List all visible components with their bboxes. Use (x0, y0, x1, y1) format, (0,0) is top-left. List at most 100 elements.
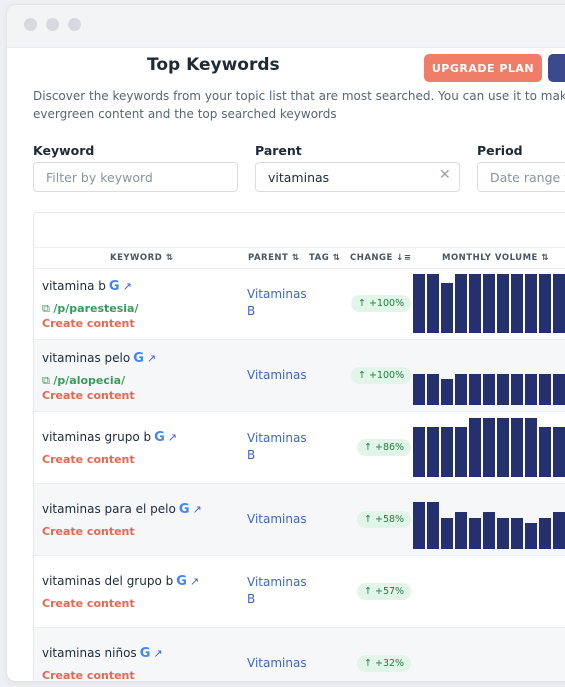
volume-bar (413, 427, 425, 477)
volume-bar (497, 518, 509, 549)
table-header: KEYWORD ⇅ PARENT ⇅ TAG ⇅ CHANGE ↓≡ MONTH… (34, 247, 565, 269)
col-keyword[interactable]: KEYWORD ⇅ (110, 253, 173, 263)
keyword-cell: vitaminas para el pelo G ↗ (42, 502, 202, 517)
volume-bar (455, 374, 467, 405)
google-icon[interactable]: G (140, 646, 151, 661)
page-title: Top Keywords (147, 55, 280, 75)
parent-filter-label: Parent (255, 143, 302, 158)
parent-filter-input[interactable] (255, 162, 460, 192)
create-content-link[interactable]: Create content (42, 453, 135, 466)
change-badge: ↑ +58% (357, 511, 412, 528)
col-monthly-volume[interactable]: MONTHLY VOLUME ⇅ (442, 253, 549, 263)
create-content-link[interactable]: Create content (42, 669, 135, 681)
volume-bar (539, 427, 551, 477)
keyword-cell: vitaminas niños G ↗ (42, 646, 163, 661)
col-parent[interactable]: PARENT ⇅ (248, 253, 299, 263)
page-link-text: /p/alopecia/ (53, 374, 126, 387)
table-row[interactable]: vitamina b G ↗ ⧉ /p/parestesia/Create conte… (34, 268, 565, 340)
trend-up-icon[interactable]: ↗ (190, 575, 199, 588)
clear-icon[interactable]: ✕ (439, 167, 451, 183)
parent-link[interactable]: Vitaminas B (247, 286, 317, 320)
page-link[interactable]: ⧉ /p/alopecia/ (42, 374, 125, 388)
volume-bar (539, 274, 551, 333)
table-row[interactable]: vitaminas del grupo b G ↗ Create content Vit… (34, 556, 565, 628)
maximize-dot[interactable] (68, 18, 81, 31)
app-window: Top Keywords UPGRADE PLAN Discover the k… (6, 4, 565, 682)
volume-bar (469, 418, 481, 477)
create-content-link[interactable]: Create content (42, 317, 135, 330)
keyword-filter-input[interactable] (33, 162, 238, 192)
keyword-text: vitaminas para el pelo (42, 502, 176, 516)
create-content-link[interactable]: Create content (42, 525, 135, 538)
google-icon[interactable]: G (154, 430, 165, 445)
keywords-table: KEYWORD ⇅ PARENT ⇅ TAG ⇅ CHANGE ↓≡ MONTH… (33, 212, 565, 681)
table-row[interactable]: vitaminas pelo G ↗ ⧉ /p/alopecia/Create con… (34, 340, 565, 412)
monthly-volume-chart (413, 487, 565, 549)
keyword-cell: vitamina b G ↗ (42, 279, 132, 294)
google-icon[interactable]: G (109, 279, 120, 294)
trend-up-icon[interactable]: ↗ (123, 280, 132, 293)
monthly-volume-chart (413, 415, 565, 477)
change-badge: ↑ +100% (351, 295, 412, 312)
volume-bar (469, 518, 481, 549)
keyword-filter-label: Keyword (33, 143, 95, 158)
volume-bar (455, 274, 467, 333)
parent-link[interactable]: Vitaminas (247, 655, 317, 672)
volume-bar (497, 374, 509, 405)
trend-up-icon[interactable]: ↗ (153, 647, 162, 660)
volume-bar (553, 274, 565, 333)
trend-up-icon[interactable]: ↗ (147, 352, 156, 365)
table-row[interactable]: vitaminas niños G ↗ Create content Vitaminas… (34, 628, 565, 681)
keyword-text: vitaminas niños (42, 646, 137, 660)
volume-bar (511, 418, 523, 477)
volume-bar (553, 427, 565, 477)
period-filter-label: Period (477, 143, 523, 158)
google-icon[interactable]: G (133, 351, 144, 366)
volume-bar (525, 418, 537, 477)
volume-bar (427, 427, 439, 477)
change-badge: ↑ +57% (357, 583, 412, 600)
volume-bar (455, 427, 467, 477)
table-row[interactable]: vitaminas para el pelo G ↗ Create content Vi… (34, 484, 565, 556)
google-icon[interactable]: G (179, 502, 190, 517)
keyword-text: vitaminas pelo (42, 351, 131, 365)
volume-bar (469, 274, 481, 333)
create-content-link[interactable]: Create content (42, 389, 135, 402)
volume-bar (483, 374, 495, 405)
google-icon[interactable]: G (176, 574, 187, 589)
volume-bar (413, 502, 425, 549)
minimize-dot[interactable] (46, 18, 59, 31)
monthly-volume-chart (413, 271, 565, 333)
secondary-button[interactable] (548, 54, 565, 82)
parent-link[interactable]: Vitaminas (247, 511, 317, 528)
trend-up-icon[interactable]: ↗ (193, 503, 202, 516)
upgrade-plan-button[interactable]: UPGRADE PLAN (424, 54, 542, 82)
change-badge: ↑ +86% (357, 439, 412, 456)
keyword-cell: vitaminas pelo G ↗ (42, 351, 156, 366)
keyword-text: vitaminas del grupo b (42, 574, 174, 588)
col-change[interactable]: CHANGE ↓≡ (350, 253, 412, 263)
volume-bar (511, 274, 523, 333)
page-link[interactable]: ⧉ /p/parestesia/ (42, 302, 138, 316)
col-tag[interactable]: TAG ⇅ (309, 253, 340, 263)
page-link-text: /p/parestesia/ (53, 302, 139, 315)
keyword-text: vitaminas grupo b (42, 430, 152, 444)
parent-link[interactable]: Vitaminas B (247, 430, 317, 464)
change-badge: ↑ +100% (351, 367, 412, 384)
parent-link[interactable]: Vitaminas (247, 367, 317, 384)
change-badge: ↑ +32% (357, 655, 412, 672)
volume-bar (539, 374, 551, 405)
volume-bar (497, 274, 509, 333)
period-filter-input[interactable] (477, 162, 565, 192)
close-dot[interactable] (24, 18, 37, 31)
create-content-link[interactable]: Create content (42, 597, 135, 610)
volume-bar (483, 418, 495, 477)
trend-up-icon[interactable]: ↗ (168, 431, 177, 444)
volume-bar (525, 374, 537, 405)
table-row[interactable]: vitaminas grupo b G ↗ Create content Vitamin… (34, 412, 565, 484)
volume-bar (441, 283, 453, 333)
volume-bar (469, 374, 481, 405)
volume-bar (413, 374, 425, 405)
parent-link[interactable]: Vitaminas B (247, 574, 317, 608)
page-header: Top Keywords UPGRADE PLAN (7, 49, 565, 87)
